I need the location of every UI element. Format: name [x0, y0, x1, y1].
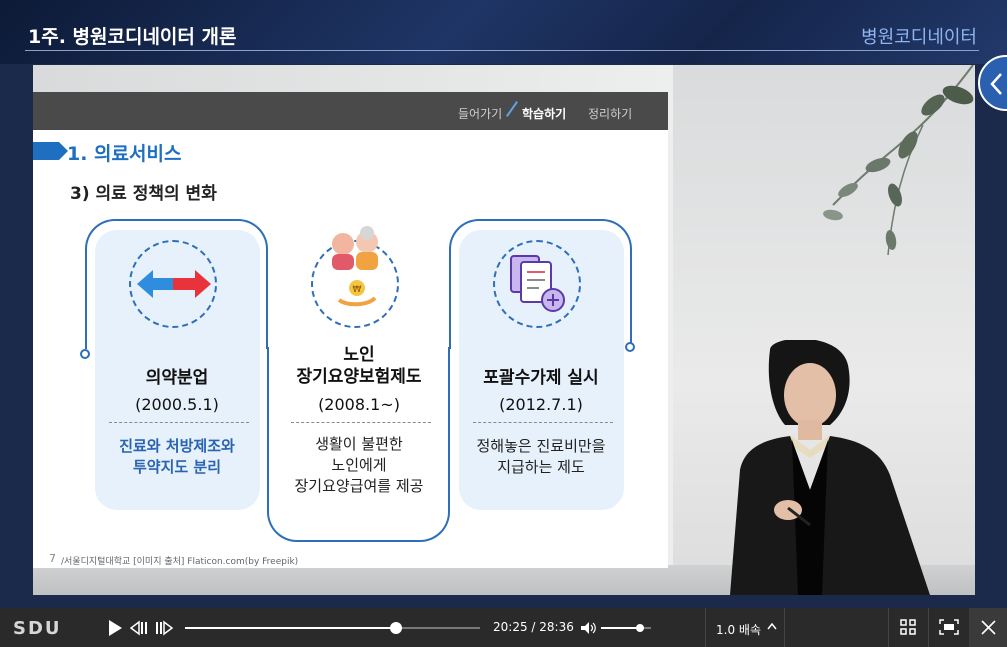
section-marker — [33, 142, 68, 160]
card3-desc: 정해놓은 진료비만을 지급하는 제도 — [441, 436, 641, 478]
section-title: 1. 의료서비스 — [67, 143, 182, 165]
slide-nav-bar: 들어가기 학습하기 정리하기 — [33, 92, 668, 130]
course-brand: 병원코디네이터 — [861, 27, 977, 48]
card2-desc-line1: 생활이 불편한 — [315, 435, 403, 453]
control-divider — [888, 608, 889, 647]
frame-dot-left — [80, 349, 90, 359]
card3-desc-line2: 지급하는 제도 — [497, 458, 585, 476]
sub-title: 3) 의료 정책의 변화 — [70, 184, 217, 204]
medical-bill-icon — [510, 255, 565, 312]
sdu-logo: SDU — [13, 618, 62, 639]
card2-desc-line3: 장기요양급여를 제공 — [294, 477, 424, 495]
plant-decoration — [823, 65, 974, 256]
player-control-bar: SDU 20:25 / 28:36 1.0 배속 — [0, 608, 1007, 647]
chevron-up-icon — [767, 623, 777, 630]
chapter-grid-icon[interactable] — [900, 619, 916, 635]
slide-footer: /서울디지털대학교 [이미지 출처] Flaticon.com(by Freep… — [61, 557, 299, 567]
progress-bar[interactable] — [185, 622, 480, 634]
time-display: 20:25 / 28:36 — [493, 620, 574, 634]
card3-title: 포괄수가제 실시 — [483, 368, 599, 388]
card2-title-line1: 노인 — [343, 345, 375, 365]
volume-fill — [601, 627, 640, 629]
course-title: 1주. 병원코디네이터 개론 — [28, 26, 237, 48]
card1-desc: 진료와 처방제조와 투약지도 분리 — [77, 436, 277, 478]
progress-fill — [185, 627, 396, 629]
card3-separator — [473, 422, 613, 423]
volume-icon[interactable] — [580, 621, 596, 635]
card2-separator — [291, 422, 431, 423]
svg-text:₩: ₩ — [353, 285, 362, 295]
exchange-arrows-icon — [137, 270, 211, 298]
card2-title-line2: 장기요양보험제도 — [296, 367, 422, 387]
card1-separator — [109, 422, 249, 423]
nav-intro: 들어가기 — [458, 107, 503, 121]
page-number: 7 — [49, 552, 56, 565]
control-divider — [928, 608, 929, 647]
progress-handle[interactable] — [389, 622, 402, 634]
chevron-left-icon — [990, 73, 1002, 95]
lecture-slide: 들어가기 학습하기 정리하기 1. 의료서비스 3) 의료 정책의 변화 의약분… — [33, 92, 668, 568]
card3-date: (2012.7.1) — [499, 395, 583, 414]
speed-label: 1.0 배속 — [716, 623, 761, 637]
volume-handle[interactable] — [636, 624, 644, 632]
volume-slider[interactable] — [601, 624, 651, 632]
card2-desc: 생활이 불편한 노인에게 장기요양급여를 제공 — [259, 434, 459, 497]
forward-icon[interactable] — [155, 619, 173, 637]
card1-title: 의약분업 — [145, 368, 209, 388]
fullscreen-icon[interactable] — [939, 619, 959, 635]
frame-dot-right — [625, 342, 635, 352]
elderly-care-icon: ₩ — [332, 226, 378, 307]
play-icon[interactable] — [107, 619, 123, 637]
card2-date: (2008.1~) — [318, 395, 400, 414]
nav-learning: 학습하기 — [522, 107, 567, 121]
nav-summary: 정리하기 — [588, 107, 633, 121]
close-button[interactable] — [969, 608, 1007, 647]
rewind-icon[interactable] — [130, 619, 148, 637]
course-header: 1주. 병원코디네이터 개론 병원코디네이터 — [0, 0, 1007, 64]
card2-title: 노인 장기요양보험제도 — [259, 344, 459, 388]
card2-desc-line2: 노인에게 — [331, 456, 387, 474]
nav-active-indicator — [506, 101, 518, 117]
presenter-figure — [730, 340, 930, 595]
playback-speed-button[interactable]: 1.0 배속 — [705, 608, 785, 647]
card3-desc-line1: 정해놓은 진료비만을 — [476, 437, 606, 455]
card1-desc-line1: 진료와 처방제조와 — [119, 437, 235, 455]
card1-desc-line2: 투약지도 분리 — [132, 458, 222, 476]
close-icon — [981, 620, 996, 635]
card1-date: (2000.5.1) — [135, 395, 219, 414]
